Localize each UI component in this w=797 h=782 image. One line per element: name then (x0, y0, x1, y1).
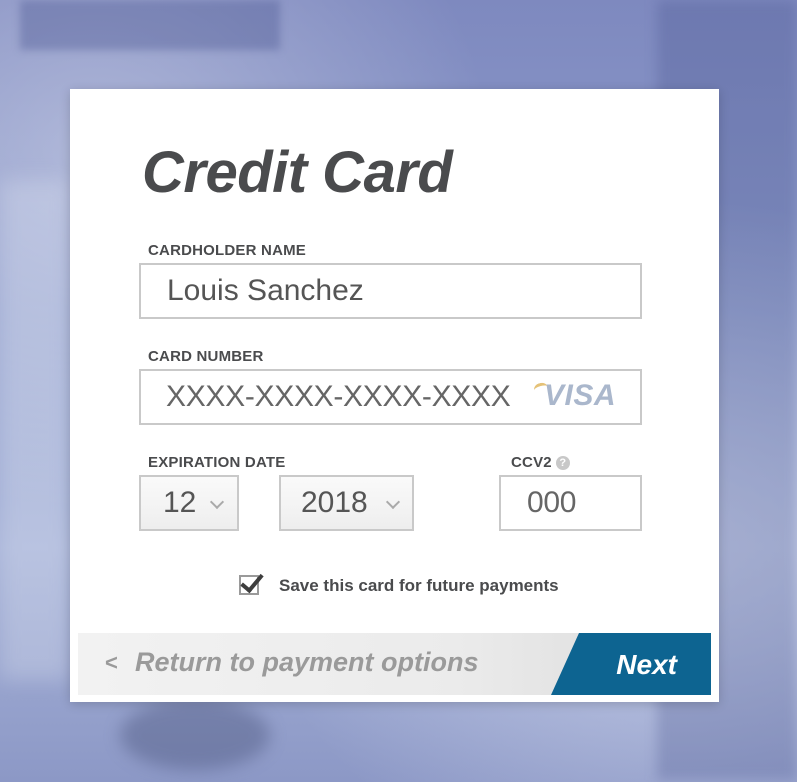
save-card-checkbox[interactable] (239, 568, 264, 595)
exp-year-value: 2018 (301, 486, 368, 519)
chevron-down-icon (385, 494, 401, 510)
ccv-placeholder: 000 (527, 486, 577, 519)
chevron-down-icon (209, 494, 225, 510)
help-icon[interactable]: ? (555, 456, 570, 470)
card-number-label: CARD NUMBER (148, 348, 264, 365)
background-decor (0, 180, 70, 680)
checkmark-icon (240, 568, 264, 594)
exp-year-select[interactable]: 2018 (279, 475, 414, 531)
visa-logo-icon: VISA (543, 379, 616, 412)
expiration-date-label: EXPIRATION DATE (148, 454, 286, 471)
page-title: Credit Card (142, 140, 453, 205)
cardholder-name-label: CARDHOLDER NAME (148, 242, 306, 259)
card-number-input[interactable]: XXXX-XXXX-XXXX-XXXX VISA (139, 369, 642, 425)
next-button[interactable]: Next (551, 633, 711, 695)
background-decor (120, 700, 270, 770)
chevron-left-icon[interactable]: < (105, 650, 118, 676)
cardholder-name-value: Louis Sanchez (167, 274, 364, 307)
next-button-label: Next (616, 649, 677, 680)
exp-month-select[interactable]: 12 (139, 475, 239, 531)
exp-month-value: 12 (163, 486, 197, 519)
ccv-label: CCV2? (511, 454, 570, 471)
ccv-label-text: CCV2 (511, 454, 552, 471)
card-number-placeholder: XXXX-XXXX-XXXX-XXXX (166, 380, 511, 413)
credit-card-form: Credit Card CARDHOLDER NAME Louis Sanche… (70, 89, 719, 702)
save-card-label[interactable]: Save this card for future payments (279, 576, 559, 596)
background-decor (20, 0, 280, 50)
form-footer: < Return to payment options Next (78, 633, 711, 695)
ccv-input[interactable]: 000 (499, 475, 642, 531)
return-to-payment-options-link[interactable]: Return to payment options (135, 647, 479, 678)
cardholder-name-input[interactable]: Louis Sanchez (139, 263, 642, 319)
